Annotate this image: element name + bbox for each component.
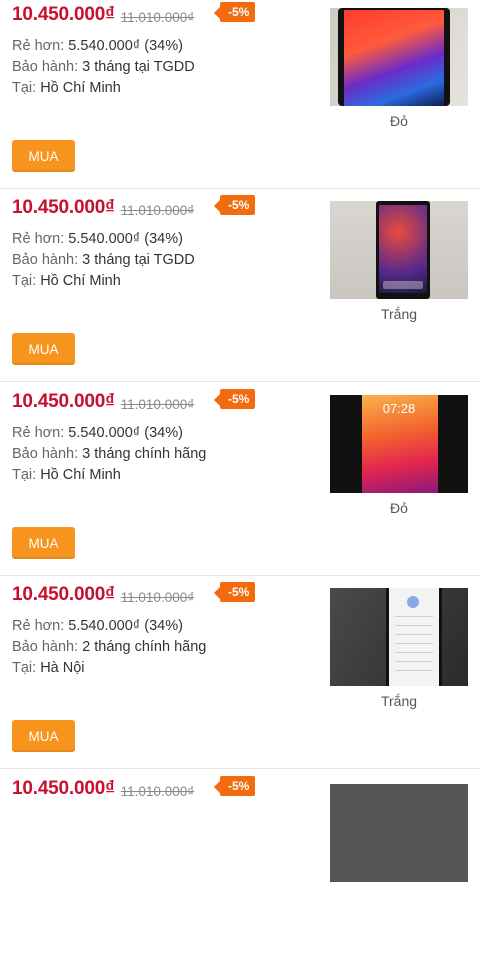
product-thumbnail[interactable]	[330, 588, 468, 686]
saving-label: Rẻ hơn:	[12, 38, 65, 54]
item-info: Rẻ hơn: 5.540.000₫ (34%) Bảo hành: 3 thá…	[12, 423, 206, 486]
warranty-label: Bảo hành:	[12, 59, 79, 75]
list-item[interactable]: 10.450.000₫ 11.010.000₫ -5% Rẻ hơn: 5.54…	[0, 0, 480, 189]
warranty-label: Bảo hành:	[12, 639, 79, 655]
buy-button[interactable]: MUA	[12, 720, 75, 752]
warranty-label: Bảo hành:	[12, 446, 79, 462]
color-label: Đỏ	[390, 113, 408, 129]
item-info: Rẻ hơn: 5.540.000₫ (34%) Bảo hành: 3 thá…	[12, 229, 195, 292]
product-thumbnail[interactable]	[330, 201, 468, 299]
phone-screen-image	[376, 201, 430, 299]
price-row: 10.450.000₫ 11.010.000₫ -5%	[12, 2, 256, 26]
price: 10.450.000₫	[12, 584, 115, 605]
list-item[interactable]: 10.450.000₫ 11.010.000₫ -5%	[0, 770, 480, 963]
product-thumbnail[interactable]: 07:28	[330, 395, 468, 493]
price: 10.450.000₫	[12, 778, 115, 799]
price: 10.450.000₫	[12, 391, 115, 412]
list-item[interactable]: 10.450.000₫ 11.010.000₫ -5% Rẻ hơn: 5.54…	[0, 576, 480, 769]
saving-label: Rẻ hơn:	[12, 425, 65, 441]
warranty-value: 3 tháng chính hãng	[82, 446, 207, 462]
buy-button[interactable]: MUA	[12, 333, 75, 365]
old-price: 11.010.000₫	[120, 590, 195, 605]
old-price: 11.010.000₫	[120, 10, 195, 25]
item-info: Rẻ hơn: 5.540.000₫ (34%) Bảo hành: 3 thá…	[12, 36, 195, 99]
price: 10.450.000₫	[12, 4, 115, 25]
discount-badge: -5%	[213, 389, 256, 409]
list-item[interactable]: 10.450.000₫ 11.010.000₫ -5% Rẻ hơn: 5.54…	[0, 189, 480, 382]
location-label: Tại:	[12, 273, 37, 289]
old-price: 11.010.000₫	[120, 784, 195, 799]
product-thumbnail[interactable]	[330, 784, 468, 882]
old-price: 11.010.000₫	[120, 397, 195, 412]
warranty-label: Bảo hành:	[12, 252, 79, 268]
phone-screen-image	[338, 8, 450, 106]
saving-value: 5.540.000₫ (34%)	[68, 618, 183, 634]
saving-value: 5.540.000₫ (34%)	[68, 425, 183, 441]
phone-screen-image	[386, 588, 442, 686]
warranty-value: 3 tháng tại TGDD	[82, 59, 195, 75]
color-label: Đỏ	[390, 500, 408, 516]
discount-badge: -5%	[213, 582, 256, 602]
lockscreen-time: 07:28	[382, 401, 416, 416]
list-item[interactable]: 10.450.000₫ 11.010.000₫ -5% Rẻ hơn: 5.54…	[0, 383, 480, 576]
color-label: Trắng	[380, 306, 418, 322]
buy-button[interactable]: MUA	[12, 527, 75, 559]
color-label: Trắng	[380, 693, 418, 709]
location-value: Hà Nội	[40, 660, 85, 676]
location-value: Hồ Chí Minh	[40, 80, 121, 96]
price-row: 10.450.000₫ 11.010.000₫ -5%	[12, 582, 256, 606]
product-thumbnail[interactable]	[330, 8, 468, 106]
phone-screen-image: 07:28	[330, 395, 468, 493]
location-label: Tại:	[12, 467, 37, 483]
location-value: Hồ Chí Minh	[40, 273, 121, 289]
item-info: Rẻ hơn: 5.540.000₫ (34%) Bảo hành: 2 thá…	[12, 616, 206, 679]
saving-label: Rẻ hơn:	[12, 231, 65, 247]
saving-value: 5.540.000₫ (34%)	[68, 231, 183, 247]
price-row: 10.450.000₫ 11.010.000₫ -5%	[12, 389, 256, 413]
discount-badge: -5%	[213, 2, 256, 22]
discount-badge: -5%	[213, 776, 256, 796]
price-row: 10.450.000₫ 11.010.000₫ -5%	[12, 195, 256, 219]
location-label: Tại:	[12, 660, 37, 676]
price-row: 10.450.000₫ 11.010.000₫ -5%	[12, 776, 256, 800]
old-price: 11.010.000₫	[120, 203, 195, 218]
price: 10.450.000₫	[12, 197, 115, 218]
discount-badge: -5%	[213, 195, 256, 215]
warranty-value: 2 tháng chính hãng	[82, 639, 207, 655]
saving-value: 5.540.000₫ (34%)	[68, 38, 183, 54]
saving-label: Rẻ hơn:	[12, 618, 65, 634]
location-value: Hồ Chí Minh	[40, 467, 121, 483]
warranty-value: 3 tháng tại TGDD	[82, 252, 195, 268]
buy-button[interactable]: MUA	[12, 140, 75, 172]
location-label: Tại:	[12, 80, 37, 96]
